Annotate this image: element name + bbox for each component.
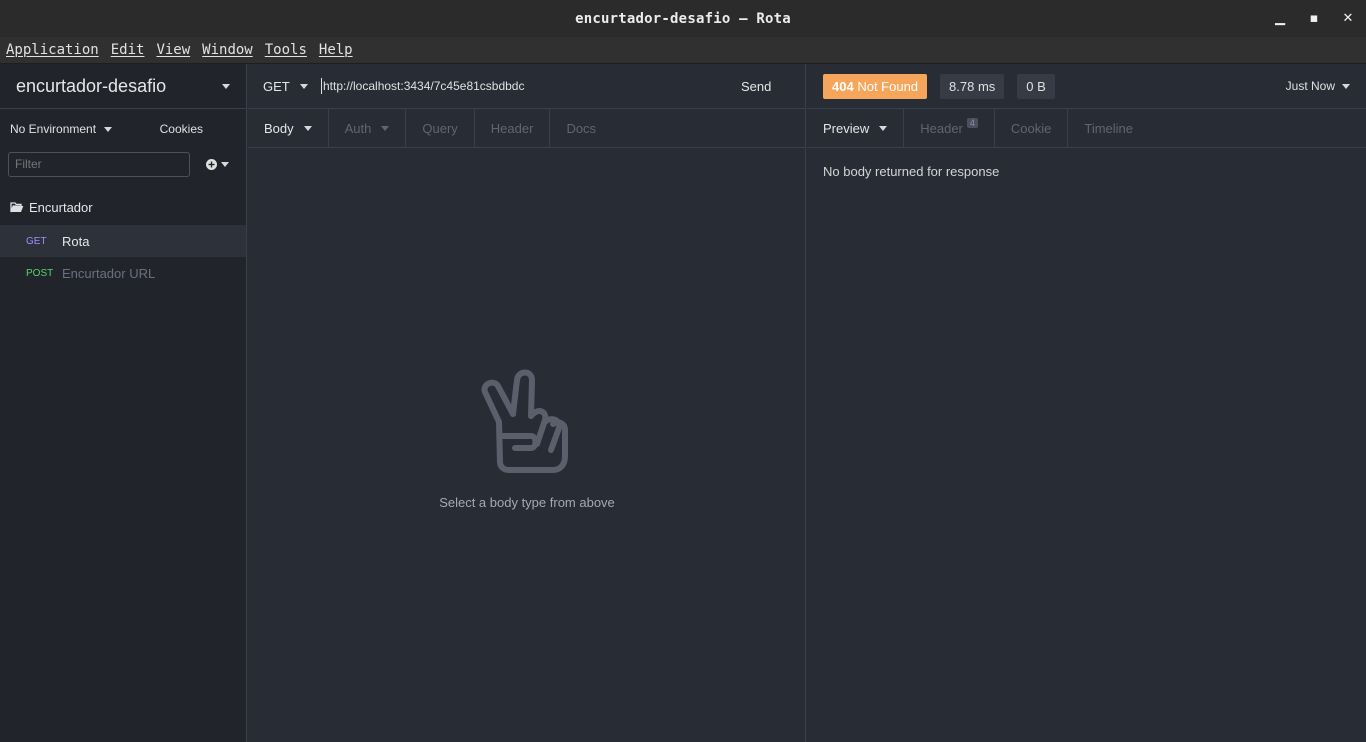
workspace-selector[interactable]: encurtador-desafio — [0, 64, 246, 109]
menu-view[interactable]: View — [156, 42, 190, 58]
folder-open-icon — [10, 201, 24, 212]
minimize-icon[interactable]: ▁ — [1263, 0, 1297, 37]
chevron-down-icon — [104, 126, 113, 132]
response-pane: 404 Not Found 8.78 ms 0 B Just Now Previ… — [807, 64, 1366, 742]
history-label: Just Now — [1285, 79, 1335, 93]
response-body-message: No body returned for response — [823, 164, 1000, 179]
menu-edit[interactable]: Edit — [111, 42, 145, 58]
method-selector[interactable]: GET — [248, 79, 321, 94]
url-bar: GET http://localhost:3434/7c45e81csbdbdc… — [248, 64, 805, 109]
tab-label: Cookie — [1010, 120, 1052, 136]
menu-help[interactable]: Help — [319, 42, 353, 58]
tab-label: Header — [490, 120, 534, 136]
request-tabs: Body Auth Query Header Docs — [248, 109, 805, 148]
menu-application[interactable]: Application — [6, 42, 99, 58]
add-button[interactable] — [206, 158, 229, 170]
chevron-down-icon — [222, 83, 230, 89]
status-badge: 404 Not Found — [823, 73, 928, 99]
history-dropdown[interactable]: Just Now — [1286, 79, 1350, 93]
method-label: GET — [263, 78, 290, 94]
chevron-down-icon — [1342, 83, 1350, 89]
folder-label: Encurtador — [29, 199, 93, 215]
response-status-bar: 404 Not Found 8.78 ms 0 B Just Now — [807, 64, 1366, 109]
response-time-badge: 8.78 ms — [940, 73, 1005, 99]
send-button[interactable]: Send — [741, 79, 805, 94]
header-count-badge: 4 — [966, 118, 978, 128]
tab-response-header[interactable]: Header 4 — [904, 109, 995, 147]
tab-timeline[interactable]: Timeline — [1068, 109, 1149, 147]
menu-window[interactable]: Window — [202, 42, 253, 58]
peace-hand-icon — [481, 369, 568, 473]
response-size-badge: 0 B — [1017, 73, 1055, 99]
maximize-icon[interactable]: ▪ — [1297, 0, 1331, 37]
request-item-rota[interactable]: GET Rota — [0, 225, 246, 257]
chevron-down-icon — [303, 125, 312, 131]
tab-label: Body — [264, 120, 294, 136]
request-name: Encurtador URL — [62, 265, 156, 281]
status-code: 404 — [832, 78, 854, 94]
filter-row — [0, 149, 246, 179]
filter-input[interactable] — [8, 151, 190, 177]
workspace-name: encurtador-desafio — [16, 75, 167, 96]
window-titlebar: encurtador-desafio — Rota ▁ ▪ ✕ — [0, 0, 1366, 37]
chevron-down-icon — [381, 125, 390, 131]
request-method: GET — [26, 235, 47, 247]
plus-circle-icon — [206, 158, 217, 170]
request-name: Rota — [62, 233, 90, 249]
tab-auth[interactable]: Auth — [329, 109, 407, 147]
chevron-down-icon — [299, 83, 308, 89]
tab-header[interactable]: Header — [475, 109, 551, 147]
environment-row: No Environment Cookies — [0, 109, 246, 149]
close-icon[interactable]: ✕ — [1331, 0, 1365, 37]
window-title: encurtador-desafio — Rota — [575, 10, 791, 27]
status-text: Not Found — [857, 78, 919, 94]
tab-body[interactable]: Body — [248, 109, 329, 147]
tab-preview[interactable]: Preview — [807, 109, 905, 147]
menu-bar: Application Edit View Window Tools Help — [0, 37, 1366, 64]
environment-selector[interactable]: No Environment — [10, 122, 113, 136]
tab-docs[interactable]: Docs — [550, 109, 612, 147]
response-tabs: Preview Header 4 Cookie Timeline — [807, 109, 1366, 148]
tab-label: Header — [920, 120, 963, 136]
tab-label: Preview — [823, 120, 870, 136]
chevron-down-icon — [221, 161, 229, 167]
tab-query[interactable]: Query — [406, 109, 475, 147]
folder-encurtador[interactable]: Encurtador — [0, 189, 246, 225]
menu-tools[interactable]: Tools — [265, 42, 307, 58]
empty-body-state: Select a body type from above — [248, 364, 806, 510]
tab-label: Auth — [344, 120, 372, 136]
url-input[interactable]: http://localhost:3434/7c45e81csbdbdc — [321, 78, 741, 94]
request-pane: GET http://localhost:3434/7c45e81csbdbdc… — [248, 64, 806, 742]
tab-label: Query — [422, 120, 458, 136]
tab-cookie[interactable]: Cookie — [995, 109, 1069, 147]
environment-label: No Environment — [10, 122, 97, 136]
cookies-button[interactable]: Cookies — [160, 122, 203, 136]
sidebar: encurtador-desafio No Environment Cookie… — [0, 64, 247, 742]
tab-label: Timeline — [1084, 120, 1134, 136]
tab-label: Docs — [566, 120, 597, 136]
request-item-encurtador-url[interactable]: POST Encurtador URL — [0, 257, 246, 289]
chevron-down-icon — [879, 125, 888, 131]
empty-body-message: Select a body type from above — [439, 495, 615, 510]
request-method: POST — [26, 267, 54, 279]
